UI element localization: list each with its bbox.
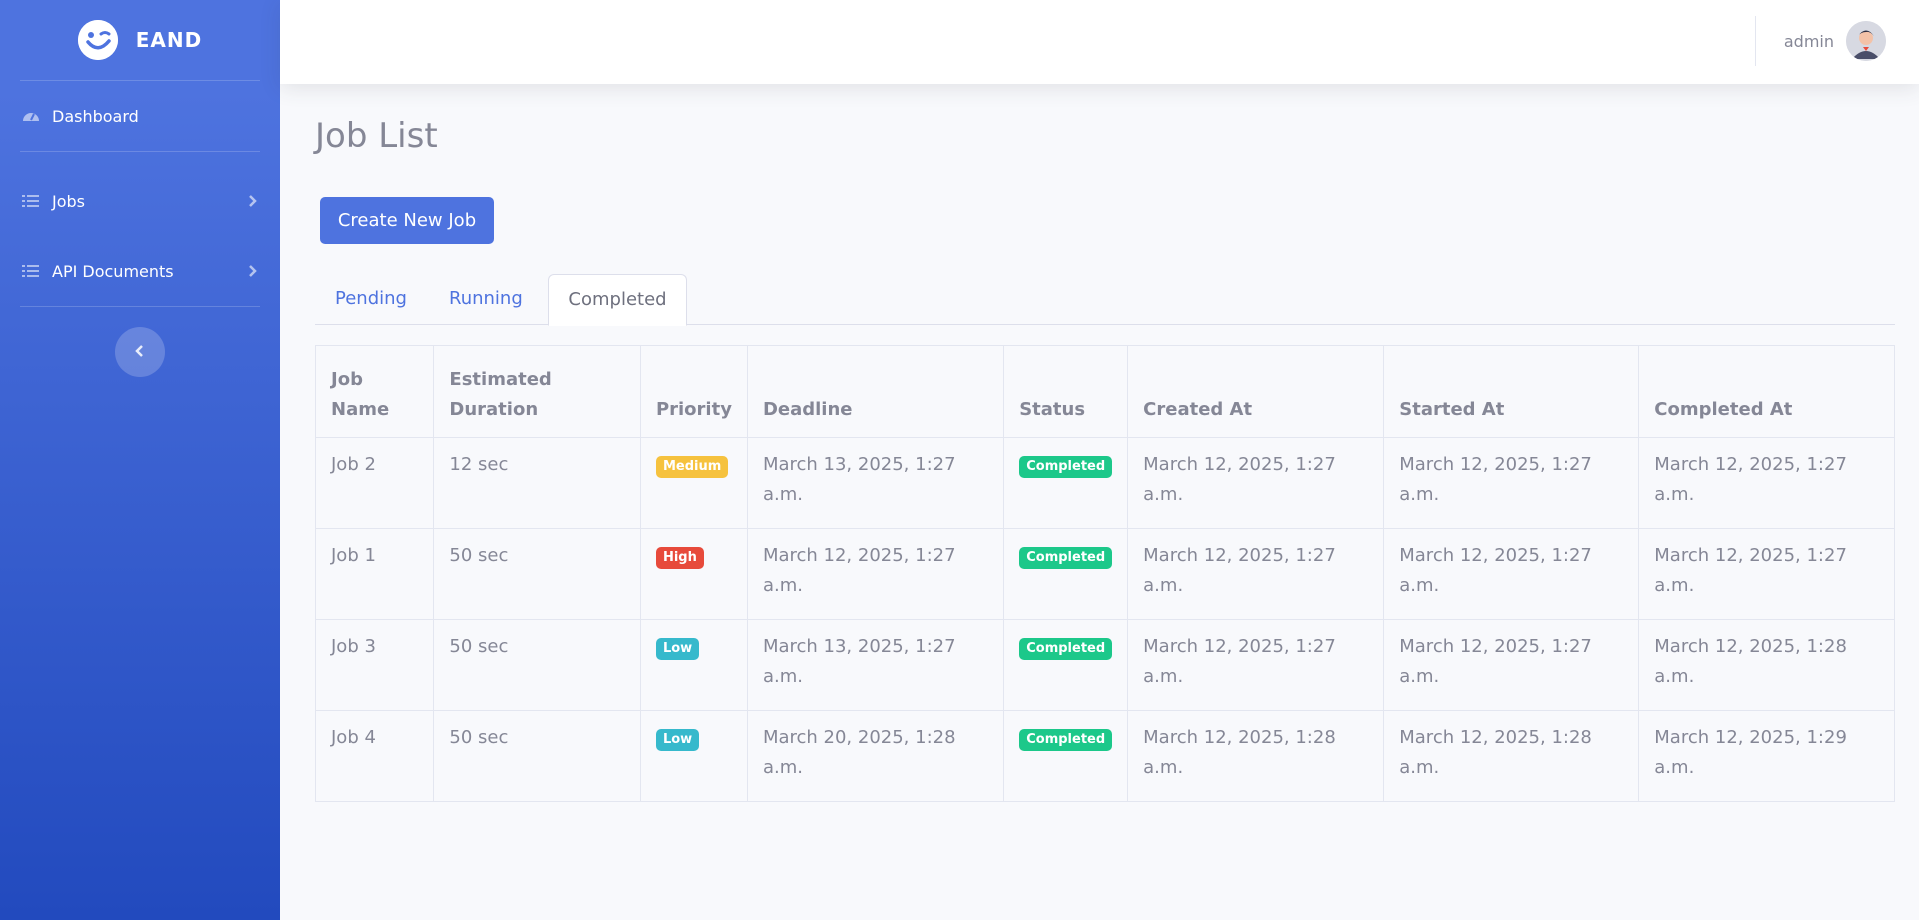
started-at-cell: March 12, 2025, 1:28 a.m. <box>1383 710 1640 802</box>
page-title: Job List <box>315 116 438 156</box>
sidebar-toggle-button[interactable] <box>115 327 165 377</box>
priority-cell: High <box>639 528 748 620</box>
table-header-row: Job Name Estimated Duration Priority Dea… <box>314 345 1895 438</box>
completed-at-cell: March 12, 2025, 1:27 a.m. <box>1638 437 1895 529</box>
priority-badge: High <box>655 547 704 569</box>
brand-name: EAND <box>135 28 203 52</box>
started-at-cell: March 12, 2025, 1:27 a.m. <box>1383 619 1640 711</box>
status-cell: Completed <box>1003 528 1129 620</box>
duration-cell: 50 sec <box>433 619 641 711</box>
duration-cell: 12 sec <box>433 437 641 529</box>
duration-cell: 50 sec <box>433 710 641 802</box>
deadline-cell: March 13, 2025, 1:27 a.m. <box>746 437 1005 529</box>
sidebar-divider <box>20 151 260 152</box>
status-cell: Completed <box>1003 437 1129 529</box>
user-menu[interactable]: admin <box>1784 21 1886 61</box>
job-name-cell: Job 4 <box>314 710 435 802</box>
status-badge: Completed <box>1019 729 1113 751</box>
priority-cell: Low <box>639 710 748 802</box>
created-at-cell: March 12, 2025, 1:28 a.m. <box>1127 710 1385 802</box>
column-header[interactable]: Started At <box>1383 345 1640 438</box>
create-new-job-button[interactable]: Create New Job <box>320 197 494 244</box>
completed-at-cell: March 12, 2025, 1:27 a.m. <box>1638 528 1895 620</box>
started-at-cell: March 12, 2025, 1:27 a.m. <box>1383 437 1640 529</box>
list-icon <box>22 193 52 209</box>
table-row: Job 4 50 sec Low March 20, 2025, 1:28 a.… <box>314 710 1895 802</box>
tab-completed[interactable]: Completed <box>548 274 687 326</box>
job-name-cell: Job 2 <box>314 437 435 529</box>
priority-badge: Low <box>655 729 700 751</box>
column-header[interactable]: Created At <box>1127 345 1385 438</box>
priority-badge: Low <box>655 638 700 660</box>
duration-cell: 50 sec <box>433 528 641 620</box>
main-content: Job List Create New Job Pending Running … <box>314 84 1895 802</box>
topbar-divider <box>1755 16 1756 66</box>
brand[interactable]: EAND <box>0 0 280 80</box>
status-badge: Completed <box>1019 547 1113 569</box>
jobs-table: Job Name Estimated Duration Priority Dea… <box>314 345 1895 802</box>
tab-running[interactable]: Running <box>429 274 543 325</box>
sidebar-item-api-documents[interactable]: API Documents <box>0 236 280 306</box>
table-row: Job 1 50 sec High March 12, 2025, 1:27 a… <box>314 528 1895 620</box>
column-header[interactable]: Priority <box>639 345 748 438</box>
created-at-cell: March 12, 2025, 1:27 a.m. <box>1127 619 1385 711</box>
tab-pending[interactable]: Pending <box>315 274 427 325</box>
table-row: Job 3 50 sec Low March 13, 2025, 1:27 a.… <box>314 619 1895 711</box>
chevron-right-icon <box>248 264 258 278</box>
chevron-left-icon <box>134 343 146 362</box>
sidebar-item-label: Dashboard <box>52 106 139 126</box>
tachometer-icon <box>22 108 52 124</box>
sidebar-divider <box>20 306 260 307</box>
created-at-cell: March 12, 2025, 1:27 a.m. <box>1127 437 1385 529</box>
job-name-cell: Job 3 <box>314 619 435 711</box>
column-header[interactable]: Estimated Duration <box>433 345 641 438</box>
deadline-cell: March 12, 2025, 1:27 a.m. <box>746 528 1005 620</box>
user-name: admin <box>1783 31 1834 51</box>
completed-at-cell: March 12, 2025, 1:29 a.m. <box>1638 710 1895 802</box>
priority-cell: Medium <box>639 437 748 529</box>
chevron-right-icon <box>248 194 258 208</box>
topbar: admin <box>280 0 1919 84</box>
sidebar-item-jobs[interactable]: Jobs <box>0 166 280 236</box>
status-cell: Completed <box>1003 619 1129 711</box>
table-row: Job 2 12 sec Medium March 13, 2025, 1:27… <box>314 437 1895 529</box>
column-header[interactable]: Job Name <box>314 345 435 438</box>
deadline-cell: March 20, 2025, 1:28 a.m. <box>746 710 1005 802</box>
sidebar-item-label: API Documents <box>52 261 174 281</box>
list-icon <box>22 263 52 279</box>
avatar <box>1846 21 1886 61</box>
column-header[interactable]: Deadline <box>746 345 1005 438</box>
status-badge: Completed <box>1019 456 1113 478</box>
sidebar-item-dashboard[interactable]: Dashboard <box>0 81 280 151</box>
sidebar-item-label: Jobs <box>52 191 85 211</box>
status-cell: Completed <box>1003 710 1129 802</box>
tab-bar: Pending Running Completed <box>315 274 1895 326</box>
brand-logo-icon <box>77 20 118 60</box>
status-badge: Completed <box>1019 638 1113 660</box>
created-at-cell: March 12, 2025, 1:27 a.m. <box>1127 528 1385 620</box>
priority-cell: Low <box>639 619 748 711</box>
started-at-cell: March 12, 2025, 1:27 a.m. <box>1383 528 1640 620</box>
job-name-cell: Job 1 <box>314 528 435 620</box>
completed-at-cell: March 12, 2025, 1:28 a.m. <box>1638 619 1895 711</box>
column-header[interactable]: Status <box>1003 345 1129 438</box>
sidebar: EAND Dashboard Jobs API Documents <box>0 0 280 920</box>
column-header[interactable]: Completed At <box>1638 345 1895 438</box>
deadline-cell: March 13, 2025, 1:27 a.m. <box>746 619 1005 711</box>
priority-badge: Medium <box>655 456 729 478</box>
